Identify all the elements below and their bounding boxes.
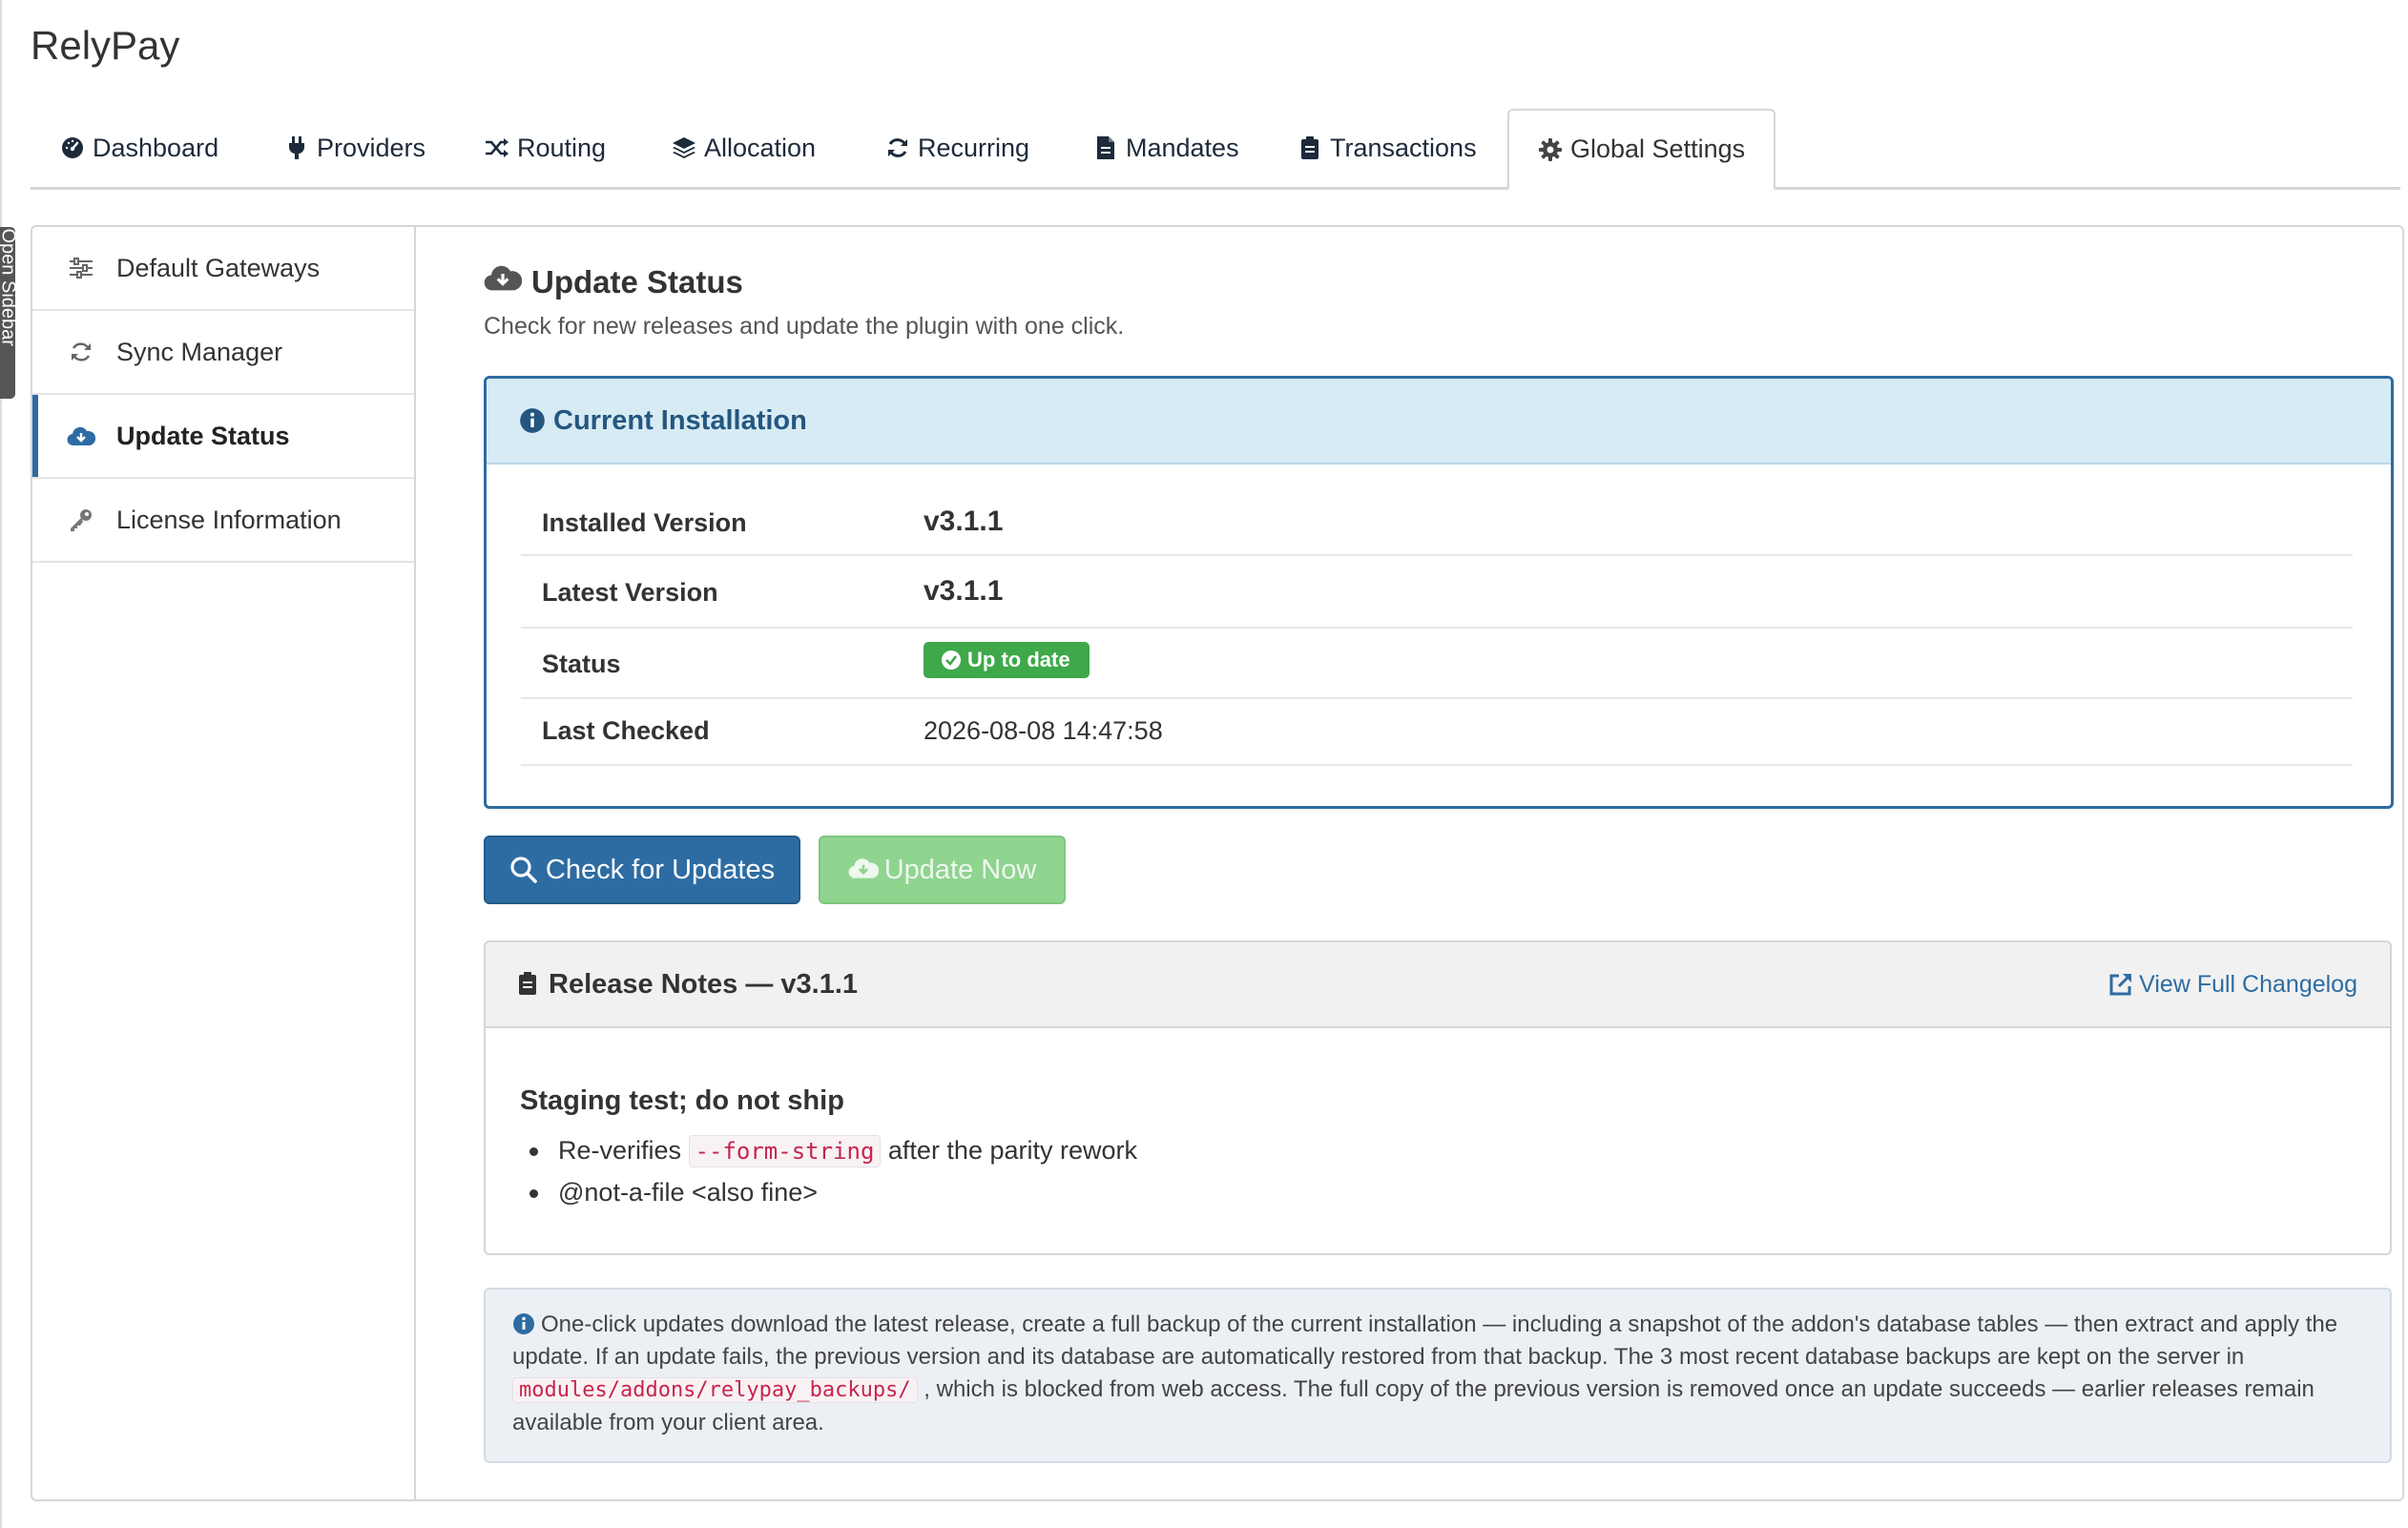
status-value: Up to date [924,642,1090,678]
installed-version-value: v3.1.1 [924,506,1004,537]
tab-transactions[interactable]: Transactions [1297,109,1477,187]
cloud-download-icon [484,263,523,301]
shuffle-icon [485,135,509,160]
info-circle-icon [519,407,546,434]
settings-frame: Default Gateways Sync Manager Update Sta… [31,225,2404,1501]
note-code: --form-string [688,1135,882,1167]
tab-mandates[interactable]: Mandates [1093,109,1239,187]
external-link-icon [2108,972,2133,997]
update-now-button[interactable]: Update Now [819,836,1066,904]
sidenav-label: Sync Manager [116,337,283,366]
open-sidebar-toggle[interactable]: Open Sidebar [0,227,15,399]
view-full-changelog-link[interactable]: View Full Changelog [2108,942,2357,1026]
clipboard-icon [518,971,539,998]
check-for-updates-button[interactable]: Check for Updates [484,836,800,904]
note-text: after the parity rework [887,1136,1138,1165]
release-notes-panel: Release Notes — v3.1.1 View Full Changel… [484,940,2392,1255]
release-notes-header: Release Notes — v3.1.1 View Full Changel… [486,942,2390,1028]
info-label: Last Checked [542,716,710,745]
update-now-label: Update Now [883,854,1037,885]
latest-version-value: v3.1.1 [924,575,1004,607]
release-notes-title: Release Notes — v3.1.1 [518,942,858,1026]
cloud-download-icon [67,422,95,450]
tab-global-settings[interactable]: Global Settings [1507,109,1776,191]
check-circle-icon [941,650,962,671]
tab-routing[interactable]: Routing [485,109,606,187]
refresh-icon [885,135,910,160]
check-for-updates-label: Check for Updates [545,854,776,885]
sidenav-label: Update Status [116,421,290,450]
list-item: @not-a-file <also fine> [520,1171,1137,1213]
tab-label: Recurring [918,133,1030,162]
status-badge-text: Up to date [967,648,1070,671]
note-text: Re-verifies [558,1136,682,1165]
info-row-last-checked: Last Checked 2026-08-08 14:47:58 [521,697,2353,766]
open-sidebar-label: Open Sidebar [0,228,15,346]
current-installation-panel: Current Installation Installed Version v… [484,376,2394,809]
main-tabs: Dashboard Providers Routing Allocation R… [31,109,2400,191]
info-label: Latest Version [542,578,718,607]
tab-recurring[interactable]: Recurring [885,109,1029,187]
key-icon [67,506,95,534]
info-circle-icon [512,1312,535,1335]
current-installation-title: Current Installation [553,404,807,436]
tab-label: Transactions [1330,133,1477,162]
settings-sidenav: Default Gateways Sync Manager Update Sta… [32,227,416,1499]
tab-allocation[interactable]: Allocation [672,109,816,187]
last-checked-value: 2026-08-08 14:47:58 [924,716,1163,745]
tab-dashboard[interactable]: Dashboard [60,109,218,187]
cloud-download-icon [848,856,879,884]
tab-label: Global Settings [1570,134,1746,163]
sidenav-item-default-gateways[interactable]: Default Gateways [32,227,414,311]
section-title-text: Update Status [531,264,743,299]
info-row-latest-version: Latest Version v3.1.1 [521,554,2353,629]
info-row-installed-version: Installed Version v3.1.1 [521,482,2353,556]
search-icon [509,856,538,884]
tab-label: Dashboard [93,133,219,162]
notice-text-start: One-click updates download the latest re… [512,1311,2338,1370]
release-notes-title-text: Release Notes — v3.1.1 [549,968,859,1000]
notice-text: One-click updates download the latest re… [512,1309,2373,1439]
sliders-icon [67,254,95,282]
gear-icon [1538,137,1563,162]
note-text: @not-a-file <also fine> [558,1178,819,1207]
info-label: Installed Version [542,508,747,537]
sidenav-label: License Information [116,505,342,534]
plug-icon [284,135,309,160]
list-item: Re-verifies --form-string after the pari… [520,1129,1137,1171]
section-title: Update Status [484,263,743,301]
backup-path: modules/addons/relypay_backups/ [512,1377,918,1403]
sidenav-label: Default Gateways [116,253,321,282]
info-row-status: Status Up to date [521,627,2353,699]
tab-label: Routing [517,133,607,162]
clipboard-icon [1297,135,1322,160]
section-subtitle: Check for new releases and update the pl… [484,313,1125,340]
current-installation-header: Current Installation [487,379,2391,465]
tab-label: Mandates [1126,133,1239,162]
tab-label: Providers [317,133,426,162]
info-label: Status [542,650,621,678]
layers-icon [672,135,696,160]
tab-providers[interactable]: Providers [284,109,426,187]
sidenav-item-license-information[interactable]: License Information [32,479,414,563]
release-notes-list: Re-verifies --form-string after the pari… [520,1129,1137,1213]
dashboard-icon [60,135,85,160]
sidenav-item-update-status[interactable]: Update Status [32,395,414,479]
update-info-notice: One-click updates download the latest re… [484,1288,2392,1463]
file-icon [1093,135,1118,160]
sidenav-item-sync-manager[interactable]: Sync Manager [32,311,414,395]
app-title: RelyPay [31,23,180,68]
status-badge: Up to date [924,642,1090,678]
tab-label: Allocation [704,133,817,162]
sync-icon [67,338,95,366]
view-full-changelog-label: View Full Changelog [2139,970,2357,998]
release-notes-heading: Staging test; do not ship [520,1085,844,1116]
